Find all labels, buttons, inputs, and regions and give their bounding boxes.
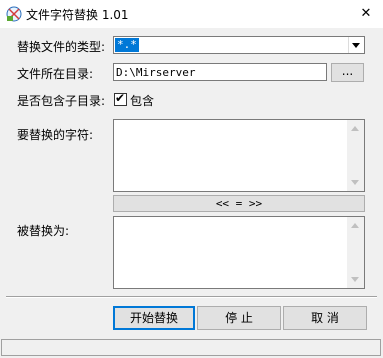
scroll-down-icon[interactable] — [351, 277, 359, 282]
swap-button[interactable]: << = >> — [113, 195, 365, 212]
directory-label: 文件所在目录: — [17, 67, 94, 81]
cancel-button[interactable]: 取 消 — [283, 306, 367, 330]
chevron-down-icon[interactable] — [348, 37, 364, 53]
directory-input[interactable]: D:\Mirserver — [113, 63, 327, 81]
include-subdirs-text[interactable]: 包含 — [130, 92, 154, 109]
stop-button[interactable]: 停 止 — [197, 306, 281, 330]
scroll-up-icon[interactable] — [351, 126, 359, 131]
title-bar: 文件字符替换 1.01 ✕ — [0, 0, 383, 28]
replace-with-label: 被替换为: — [17, 224, 70, 238]
scroll-down-icon[interactable] — [351, 180, 359, 185]
find-textarea[interactable] — [113, 119, 365, 192]
file-type-label: 替换文件的类型: — [17, 40, 106, 54]
replace-scrollbar[interactable] — [347, 217, 364, 288]
checkmark-icon: ✔ — [115, 91, 126, 105]
find-text-label: 要替换的字符: — [17, 128, 94, 142]
window-title: 文件字符替换 1.01 — [26, 8, 129, 22]
close-icon: ✕ — [360, 6, 372, 21]
include-subdirs-checkbox[interactable]: ✔ — [114, 91, 127, 106]
file-type-combo[interactable]: *.* — [113, 36, 365, 54]
start-replace-button[interactable]: 开始替换 — [113, 306, 195, 330]
find-scrollbar[interactable] — [347, 120, 364, 191]
file-type-value: *.* — [115, 38, 139, 52]
app-icon — [6, 6, 22, 22]
include-subdirs-label: 是否包含子目录: — [17, 94, 106, 108]
main-window: 文件字符替换 1.01 ✕ 替换文件的类型: *.* 文件所在目录: D:\Mi… — [0, 0, 383, 358]
scroll-up-icon[interactable] — [351, 223, 359, 228]
status-bar — [1, 339, 381, 356]
replace-textarea[interactable] — [113, 216, 365, 289]
browse-button[interactable]: ... — [331, 63, 364, 82]
separator — [6, 296, 377, 298]
close-button[interactable]: ✕ — [355, 3, 377, 25]
